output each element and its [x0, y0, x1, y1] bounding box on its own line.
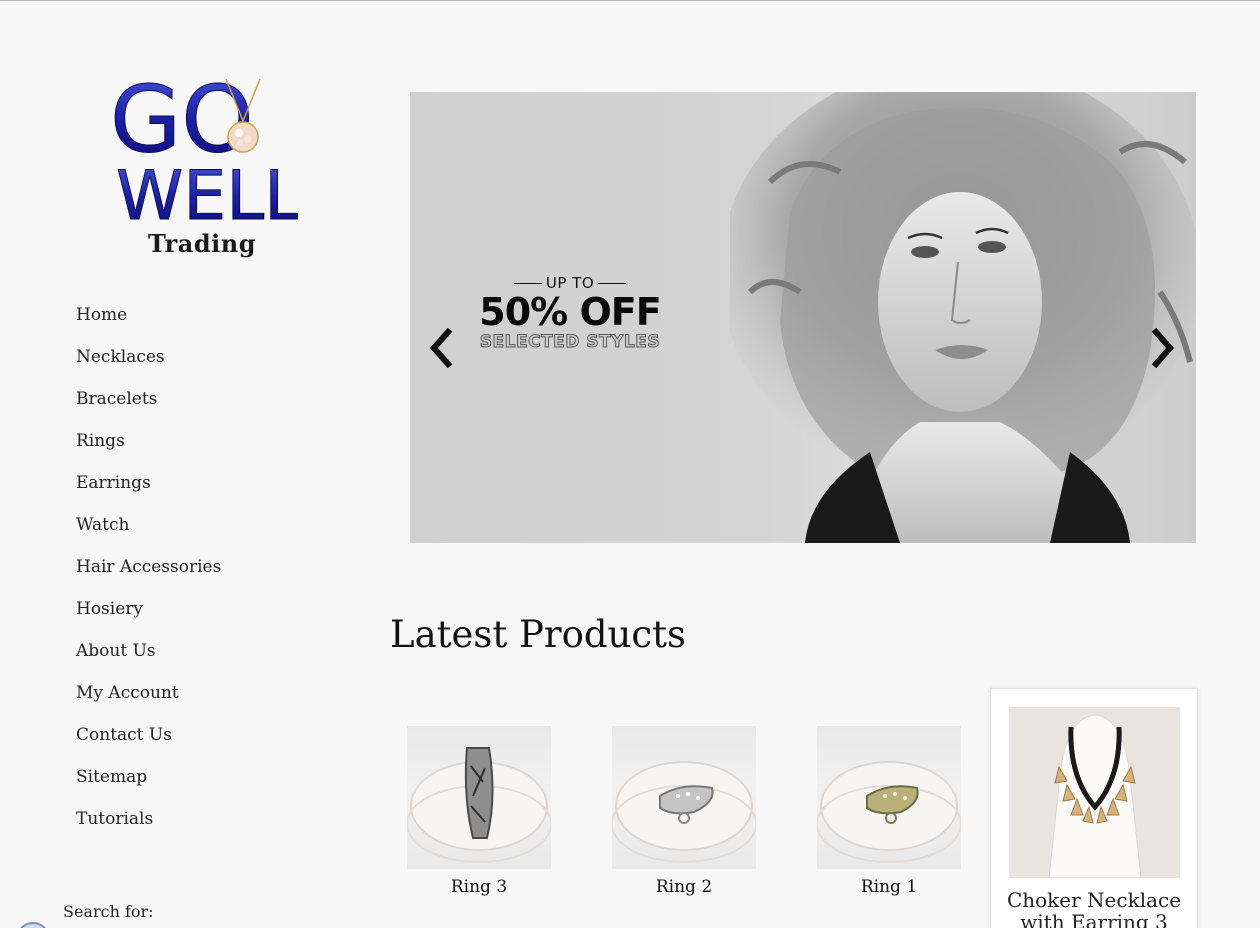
nav-item-contact-us[interactable]: Contact Us [76, 721, 221, 763]
logo-well-text: WELL [116, 157, 298, 229]
site-logo[interactable]: GO WELL Trading [108, 69, 299, 264]
nav-item-home[interactable]: Home [76, 301, 221, 343]
main-navigation: Home Necklaces Bracelets Rings Earrings … [76, 301, 221, 847]
promo-discount: 50% OFF [479, 290, 661, 334]
nav-item-bracelets[interactable]: Bracelets [76, 385, 221, 427]
product-image[interactable] [407, 726, 551, 869]
promo-text-block: UP TO 50% OFF SELECTED STYLES [470, 274, 670, 353]
slider-prev-button[interactable] [426, 327, 456, 369]
search-orb-icon[interactable] [16, 922, 50, 928]
product-card[interactable]: Ring 2 [612, 726, 756, 897]
page: GO WELL Trading Home Necklaces Bracelets… [0, 1, 1260, 928]
product-name[interactable]: Ring 1 [817, 877, 961, 897]
nav-item-hair-accessories[interactable]: Hair Accessories [76, 553, 221, 595]
nav-item-hosiery[interactable]: Hosiery [76, 595, 221, 637]
product-card[interactable]: Ring 3 [407, 726, 551, 897]
nav-item-about-us[interactable]: About Us [76, 637, 221, 679]
product-card[interactable]: Ring 1 [817, 726, 961, 897]
product-image[interactable] [817, 726, 961, 869]
featured-product-name[interactable]: Choker Necklace with Earring 3 [991, 889, 1197, 928]
nav-item-rings[interactable]: Rings [76, 427, 221, 469]
pendant-icon [227, 121, 259, 153]
featured-product-card[interactable]: Choker Necklace with Earring 3 [990, 688, 1198, 928]
product-name[interactable]: Ring 3 [407, 877, 551, 897]
nav-item-necklaces[interactable]: Necklaces [76, 343, 221, 385]
nav-item-tutorials[interactable]: Tutorials [76, 805, 221, 847]
search-label: Search for: [63, 902, 154, 921]
logo-graphic: GO WELL [110, 69, 299, 229]
chevron-right-icon [1151, 327, 1174, 369]
logo-subtitle: Trading [148, 229, 256, 258]
slider-next-button[interactable] [1148, 327, 1178, 369]
nav-item-earrings[interactable]: Earrings [76, 469, 221, 511]
chevron-left-icon [430, 327, 453, 369]
product-name[interactable]: Ring 2 [612, 877, 756, 897]
promo-selected-styles: SELECTED STYLES [479, 332, 661, 353]
featured-product-image[interactable] [1009, 707, 1180, 878]
nav-item-watch[interactable]: Watch [76, 511, 221, 553]
latest-products-heading: Latest Products [390, 613, 686, 656]
nav-item-sitemap[interactable]: Sitemap [76, 763, 221, 805]
product-image[interactable] [612, 726, 756, 869]
hero-banner[interactable]: UP TO 50% OFF SELECTED STYLES [410, 92, 1196, 543]
model-portrait-image [730, 92, 1196, 543]
nav-item-my-account[interactable]: My Account [76, 679, 221, 721]
